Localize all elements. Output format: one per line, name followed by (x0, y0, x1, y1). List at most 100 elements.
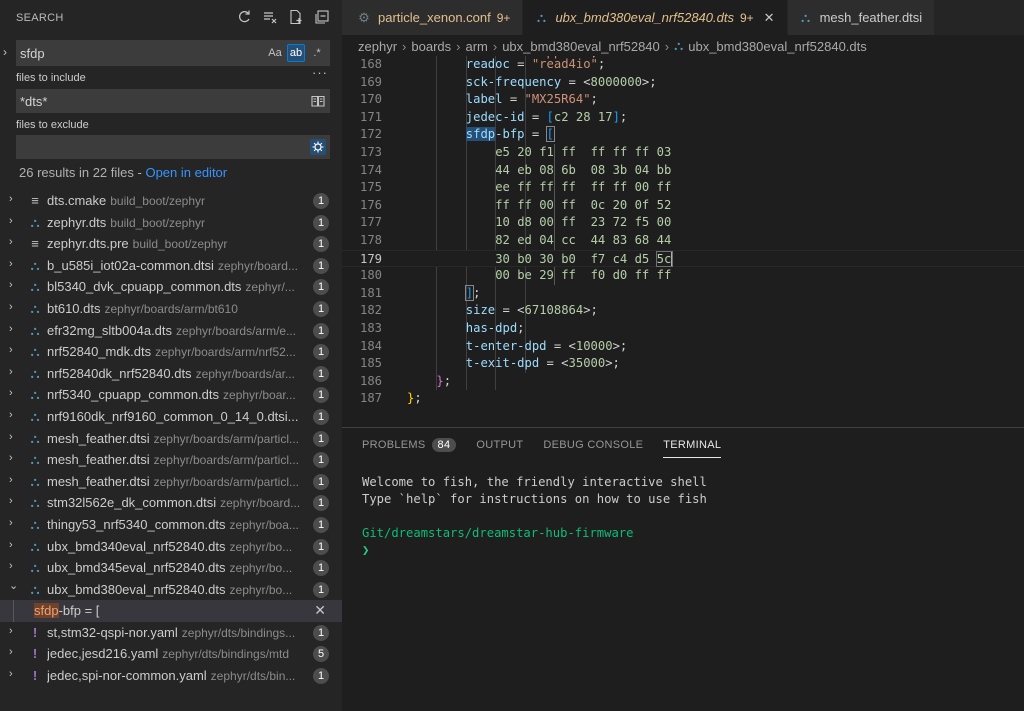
code-line: 170 label = "MX25R64"; (342, 91, 1024, 109)
chevron-right-icon[interactable]: › (9, 344, 19, 356)
devicetree-file-icon: ⛬ (801, 9, 811, 25)
chevron-right-icon[interactable]: › (9, 279, 19, 291)
search-result-file[interactable]: › ⛬ thingy53_nrf5340_common.dts zephyr/boa.… (0, 514, 342, 536)
result-label: jedec,jesd216.yaml zephyr/dts/bindings/mt… (47, 646, 308, 661)
chevron-right-icon[interactable]: › (9, 452, 19, 464)
panel-tab[interactable]: TERMINAL (663, 428, 722, 461)
search-result-file[interactable]: › ⛬ zephyr.dts build_boot/zephyr 1 (0, 212, 342, 234)
clear-results-icon[interactable] (262, 9, 278, 25)
search-result-file[interactable]: › ⛬ ubx_bmd345eval_nrf52840.dts zephyr/bo..… (0, 557, 342, 579)
result-file-name: jedec,jesd216.yaml (47, 646, 159, 662)
code-line: 181]; (342, 284, 1024, 303)
result-file-name: mesh_feather.dtsi (47, 473, 150, 489)
result-count-badge: 1 (313, 279, 329, 296)
dismiss-match-icon[interactable]: ✕ (314, 602, 326, 619)
search-result-file[interactable]: › ⛬ bl5340_dvk_cpuapp_common.dts zephyr/...… (0, 276, 342, 298)
breadcrumb-item[interactable]: boards (411, 39, 451, 54)
search-result-file[interactable]: › ⛬ ubx_bmd340eval_nrf52840.dts zephyr/bo..… (0, 536, 342, 558)
chevron-right-icon[interactable]: › (9, 301, 19, 313)
search-input[interactable]: sfdp Aa ab .* (16, 40, 330, 66)
panel-tab[interactable]: OUTPUT (476, 428, 523, 461)
search-result-file[interactable]: ⌄ ⛬ ubx_bmd380eval_nrf52840.dts zephyr/bo..… (0, 579, 342, 601)
search-result-file[interactable]: › ⛬ b_u585i_iot02a-common.dtsi zephyr/board… (0, 255, 342, 277)
editor-tab[interactable]: ⚙ particle_xenon.conf 9+ (342, 0, 524, 35)
chevron-right-icon[interactable]: › (9, 431, 19, 443)
open-editors-only-icon[interactable] (310, 93, 326, 109)
breadcrumb-item[interactable]: ubx_bmd380eval_nrf52840.dts (688, 39, 867, 54)
result-file-name: st,stm32-qspi-nor.yaml (47, 624, 178, 640)
toggle-replace-chevron-icon[interactable]: › (3, 45, 13, 59)
chevron-right-icon[interactable]: › (9, 193, 19, 205)
breadcrumb-item[interactable]: zephyr (358, 39, 397, 54)
search-result-file[interactable]: › ≡ zephyr.dts.pre build_boot/zephyr 1 (0, 233, 342, 255)
search-result-file[interactable]: ›! jedec,spi-nor-common.yaml zephyr/dts/bi… (0, 665, 342, 687)
chevron-right-icon[interactable]: › (9, 539, 19, 551)
search-result-file[interactable]: › ⛬ nrf5340_cpuapp_common.dts zephyr/boar..… (0, 384, 342, 406)
search-result-file[interactable]: › ⛬ nrf9160dk_nrf9160_common_0_14_0.dtsi..… (0, 406, 342, 428)
sidebar-header: SEARCH (0, 0, 342, 35)
terminal[interactable]: Welcome to fish, the friendly interactiv… (362, 474, 707, 559)
files-to-include-input[interactable]: *dts* (16, 89, 330, 113)
search-result-file[interactable]: › ≡ dts.cmake build_boot/zephyr 1 (0, 190, 342, 212)
chevron-right-icon[interactable]: › (9, 236, 19, 248)
new-search-editor-icon[interactable] (288, 9, 304, 25)
editor-tab[interactable]: ⛬ mesh_feather.dtsi (787, 0, 936, 35)
search-result-file[interactable]: › ⛬ mesh_feather.dtsi zephyr/boards/arm/par… (0, 449, 342, 471)
terminal-prompt[interactable]: ❯ (362, 542, 707, 559)
result-file-name: mesh_feather.dtsi (47, 430, 150, 446)
search-result-file[interactable]: › ⛬ bt610.dts zephyr/boards/arm/bt610 1 (0, 298, 342, 320)
breadcrumb-item[interactable]: ubx_bmd380eval_nrf52840 (502, 39, 660, 54)
search-result-file[interactable]: › ⛬ nrf52840dk_nrf52840.dts zephyr/boards/a… (0, 363, 342, 385)
devicetree-file-icon: ⛬ (30, 344, 40, 360)
panel-tab[interactable]: PROBLEMS 84 (362, 428, 457, 461)
chevron-right-icon[interactable]: › (9, 474, 19, 486)
search-result-file[interactable]: › ⛬ stm32l562e_dk_common.dtsi zephyr/board.… (0, 492, 342, 514)
chevron-right-icon[interactable]: › (9, 215, 19, 227)
search-result-file[interactable]: › ⛬ efr32mg_sltb004a.dts zephyr/boards/arm/… (0, 320, 342, 342)
refresh-icon[interactable] (236, 9, 252, 25)
code-line: 176 ff ff 00 ff 0c 20 0f 52 (342, 197, 1024, 215)
chevron-right-icon[interactable]: › (9, 495, 19, 507)
chevron-right-icon[interactable]: › (9, 323, 19, 335)
panel-tab[interactable]: DEBUG CONSOLE (543, 428, 643, 461)
search-result-file[interactable]: › ⛬ mesh_feather.dtsi zephyr/boards/arm/par… (0, 471, 342, 493)
chevron-down-icon[interactable]: ⌄ (9, 579, 19, 592)
devicetree-file-icon: ⛬ (30, 279, 40, 295)
result-file-path: zephyr/board... (220, 496, 301, 511)
line-number: 181 (359, 285, 382, 300)
code-line: 171 jedec-id = [c2 28 17]; (342, 109, 1024, 127)
match-whole-word-toggle[interactable]: ab (287, 44, 305, 62)
chevron-right-icon[interactable]: › (9, 668, 19, 680)
match-text: sfdp-bfp = [ (34, 603, 99, 619)
code-editor[interactable]: writeoc = "pp4io";168readoc = "read4io";… (342, 56, 1024, 426)
collapse-all-icon[interactable] (314, 9, 330, 25)
chevron-right-icon[interactable]: › (9, 646, 19, 658)
chevron-right-icon[interactable]: › (9, 517, 19, 529)
chevron-right-icon[interactable]: › (9, 258, 19, 270)
result-file-name: jedec,spi-nor-common.yaml (47, 668, 207, 684)
editor-tab[interactable]: ⛬ ubx_bmd380eval_nrf52840.dts 9+ ✕ (523, 0, 788, 35)
use-exclude-settings-icon[interactable] (310, 139, 326, 155)
toggle-search-details-icon[interactable]: ··· (312, 65, 328, 80)
chevron-right-icon[interactable]: › (9, 560, 19, 572)
search-match-line[interactable]: sfdp-bfp = [ ✕ (0, 600, 342, 622)
open-in-editor-link[interactable]: Open in editor (145, 165, 227, 180)
code-line: 183 has-dpd; (342, 320, 1024, 338)
code-text: ff ff 00 ff 0c 20 0f 52 (495, 197, 672, 212)
chevron-right-icon[interactable]: › (9, 409, 19, 421)
search-result-file[interactable]: › ⛬ mesh_feather.dtsi zephyr/boards/arm/par… (0, 428, 342, 450)
code-text: label = "MX25R64"; (465, 92, 598, 107)
chevron-right-icon[interactable]: › (9, 366, 19, 378)
result-file-path: build_boot/zephyr (110, 194, 205, 208)
files-to-exclude-input[interactable] (16, 135, 330, 159)
use-regex-toggle[interactable]: .* (308, 44, 326, 62)
chevron-right-icon[interactable]: › (9, 625, 19, 637)
search-result-file[interactable]: ›! jedec,jesd216.yaml zephyr/dts/bindings/… (0, 643, 342, 665)
breadcrumb-item[interactable]: arm (465, 39, 487, 54)
chevron-right-icon[interactable]: › (9, 387, 19, 399)
search-result-file[interactable]: › ⛬ nrf52840_mdk.dts zephyr/boards/arm/nrf5… (0, 341, 342, 363)
close-tab-icon[interactable]: ✕ (764, 10, 775, 26)
tab-problem-count: 9+ (496, 10, 511, 25)
search-result-file[interactable]: ›! st,stm32-qspi-nor.yaml zephyr/dts/bindi… (0, 622, 342, 644)
match-case-toggle[interactable]: Aa (266, 44, 284, 62)
